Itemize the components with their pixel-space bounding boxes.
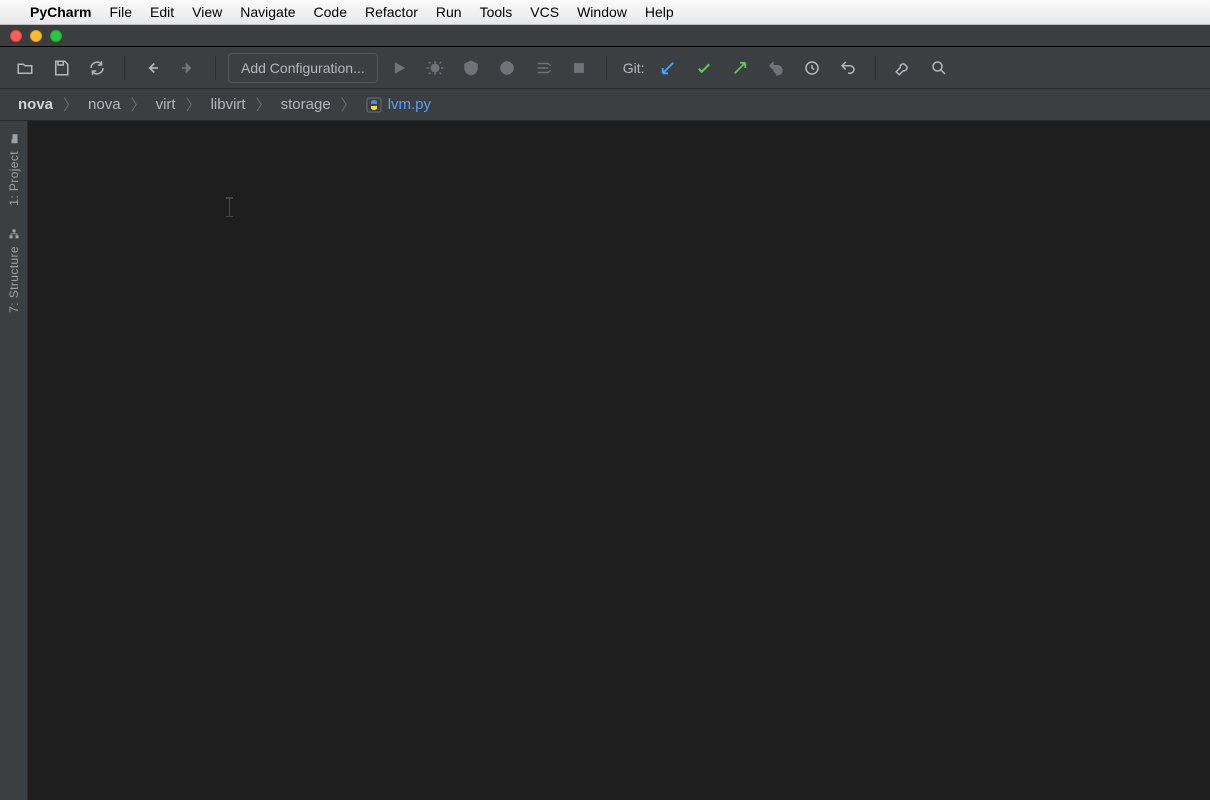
window-minimize-button[interactable]: [30, 30, 42, 42]
git-label: Git:: [623, 60, 645, 76]
breadcrumb: nova 〉 nova 〉 virt 〉 libvirt 〉 storage 〉…: [0, 89, 1210, 121]
structure-icon: [8, 228, 20, 240]
tool-tab-structure-label: 7: Structure: [7, 246, 21, 313]
breadcrumb-item[interactable]: virt: [152, 96, 180, 113]
python-file-icon: [366, 97, 382, 113]
chevron-right-icon: 〉: [59, 94, 82, 115]
tool-tab-structure[interactable]: 7: Structure: [7, 228, 21, 313]
forward-arrow-icon: [173, 53, 203, 83]
tool-tab-project-label: 1: Project: [7, 151, 21, 206]
search-icon[interactable]: [924, 53, 954, 83]
menu-tools[interactable]: Tools: [480, 4, 513, 20]
save-all-icon[interactable]: [46, 53, 76, 83]
tool-window-gutter: 1: Project 7: Structure: [0, 121, 28, 800]
undo-icon[interactable]: [833, 53, 863, 83]
breadcrumb-file[interactable]: lvm.py: [362, 96, 435, 113]
menu-run[interactable]: Run: [436, 4, 462, 20]
git-rollback-icon: [761, 53, 791, 83]
debug-icon: [420, 53, 450, 83]
toolbar-separator: [875, 56, 876, 80]
editor-area[interactable]: [28, 121, 1210, 800]
toolbar-separator: [606, 56, 607, 80]
window-titlebar: [0, 25, 1210, 47]
menu-window[interactable]: Window: [577, 4, 627, 20]
add-configuration-button[interactable]: Add Configuration...: [228, 53, 378, 83]
git-commit-icon[interactable]: [689, 53, 719, 83]
menu-file[interactable]: File: [109, 4, 132, 20]
menu-edit[interactable]: Edit: [150, 4, 174, 20]
breadcrumb-item[interactable]: storage: [277, 96, 335, 113]
toolbar-separator: [124, 56, 125, 80]
folder-icon: [8, 133, 20, 145]
breadcrumb-item[interactable]: nova: [14, 96, 57, 113]
coverage-icon: [456, 53, 486, 83]
window-zoom-button[interactable]: [50, 30, 62, 42]
macos-app-name[interactable]: PyCharm: [30, 4, 91, 20]
main-toolbar: Add Configuration... Git:: [0, 47, 1210, 89]
toolbar-separator: [215, 56, 216, 80]
tool-tab-project[interactable]: 1: Project: [7, 133, 21, 206]
menu-help[interactable]: Help: [645, 4, 674, 20]
stop-icon: [564, 53, 594, 83]
breadcrumb-file-label: lvm.py: [388, 96, 431, 113]
sync-icon[interactable]: [82, 53, 112, 83]
breadcrumb-item[interactable]: nova: [84, 96, 125, 113]
menu-vcs[interactable]: VCS: [530, 4, 559, 20]
breadcrumb-item[interactable]: libvirt: [207, 96, 250, 113]
git-history-icon[interactable]: [797, 53, 827, 83]
back-arrow-icon[interactable]: [137, 53, 167, 83]
settings-wrench-icon[interactable]: [888, 53, 918, 83]
concurrency-icon: [528, 53, 558, 83]
ide-body: 1: Project 7: Structure: [0, 121, 1210, 800]
chevron-right-icon: 〉: [252, 94, 275, 115]
macos-menu-bar: PyCharm File Edit View Navigate Code Ref…: [0, 0, 1210, 25]
chevron-right-icon: 〉: [337, 94, 360, 115]
add-configuration-label: Add Configuration...: [241, 60, 365, 76]
menu-navigate[interactable]: Navigate: [240, 4, 295, 20]
git-update-icon[interactable]: [653, 53, 683, 83]
open-folder-icon[interactable]: [10, 53, 40, 83]
menu-refactor[interactable]: Refactor: [365, 4, 418, 20]
chevron-right-icon: 〉: [127, 94, 150, 115]
menu-code[interactable]: Code: [314, 4, 347, 20]
text-cursor-icon: [226, 197, 233, 217]
menu-view[interactable]: View: [192, 4, 222, 20]
chevron-right-icon: 〉: [182, 94, 205, 115]
git-push-icon[interactable]: [725, 53, 755, 83]
profile-icon: [492, 53, 522, 83]
run-icon: [384, 53, 414, 83]
window-close-button[interactable]: [10, 30, 22, 42]
